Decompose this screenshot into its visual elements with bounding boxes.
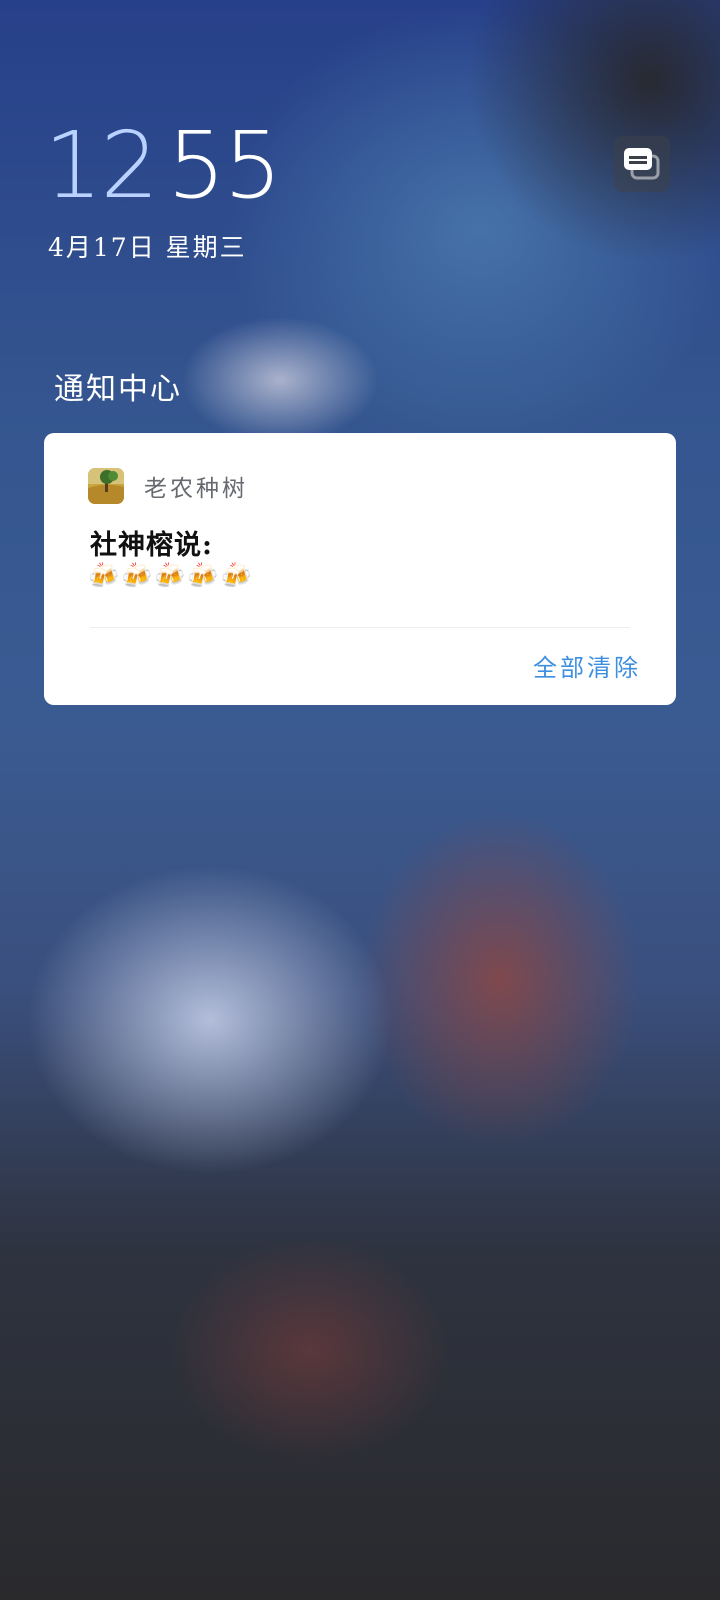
notification-card[interactable]: 老农种树 社神榕说: 🍻🍻🍻🍻🍻 全部清除 [44, 433, 676, 705]
lockscreen-clock: 12 55 [44, 120, 282, 212]
clock-hour: 12 [44, 112, 159, 219]
clear-all-button[interactable]: 全部清除 [525, 648, 641, 683]
notification-body: 🍻🍻🍻🍻🍻 [88, 561, 254, 590]
notification-center-title: 通知中心 [54, 372, 182, 407]
notification-history-icon[interactable] [614, 136, 670, 192]
lockscreen-date: 4月17日 星期三 [48, 233, 247, 262]
farm-tree-app-icon [88, 468, 124, 504]
notification-divider [90, 627, 630, 628]
clock-minute: 55 [167, 112, 282, 219]
notification-app-name: 老农种树 [144, 476, 248, 502]
notification-title: 社神榕说: [90, 530, 213, 561]
